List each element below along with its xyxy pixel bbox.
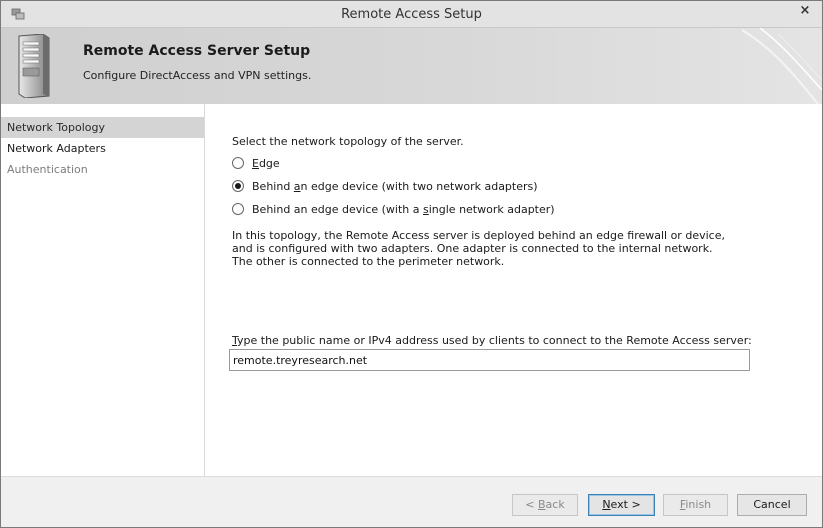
radio-behind-edge-single-adapter[interactable]	[232, 203, 244, 215]
option-label: Edge	[252, 156, 280, 170]
nav-item-network-adapters[interactable]: Network Adapters	[1, 138, 204, 159]
public-name-input[interactable]	[229, 349, 750, 371]
radio-edge[interactable]	[232, 157, 244, 169]
next-button[interactable]: Next >	[588, 494, 655, 516]
banner-decoration	[741, 28, 822, 104]
window-title: Remote Access Setup	[341, 7, 482, 22]
wizard-subtitle: Configure DirectAccess and VPN settings.	[83, 69, 312, 82]
option-behind-edge-single-adapter[interactable]: Behind an edge device (with a single net…	[232, 201, 555, 217]
nav-item-label: Authentication	[7, 163, 88, 176]
nav-item-label: Network Adapters	[7, 142, 106, 155]
topology-page: Select the network topology of the serve…	[229, 104, 812, 476]
close-button[interactable]: ×	[788, 1, 822, 21]
option-label: Behind an edge device (with two network …	[252, 179, 538, 193]
public-name-label: Type the public name or IPv4 address use…	[232, 334, 752, 347]
topology-prompt: Select the network topology of the serve…	[232, 135, 464, 148]
wizard-header: Remote Access Server Setup Configure Dir…	[1, 28, 822, 104]
wizard-footer: < Back Next > Finish Cancel	[1, 476, 822, 527]
option-behind-edge-two-adapters[interactable]: Behind an edge device (with two network …	[232, 178, 538, 194]
remote-access-setup-window: Remote Access Setup × Remote Access Serv…	[0, 0, 823, 528]
option-edge[interactable]: Edge	[232, 155, 280, 171]
wizard-body: Network Topology Network Adapters Authen…	[1, 104, 822, 476]
nav-item-network-topology[interactable]: Network Topology	[1, 117, 204, 138]
server-icon	[18, 34, 50, 98]
back-button[interactable]: < Back	[512, 494, 578, 516]
topology-description: In this topology, the Remote Access serv…	[232, 229, 725, 268]
wizard-step-nav: Network Topology Network Adapters Authen…	[1, 104, 205, 476]
option-label: Behind an edge device (with a single net…	[252, 202, 555, 216]
title-bar[interactable]: Remote Access Setup ×	[1, 1, 822, 28]
nav-item-label: Network Topology	[7, 121, 105, 134]
nav-item-authentication[interactable]: Authentication	[1, 159, 204, 180]
radio-behind-edge-two-adapters[interactable]	[232, 180, 244, 192]
cancel-button[interactable]: Cancel	[737, 494, 807, 516]
finish-button[interactable]: Finish	[663, 494, 728, 516]
wizard-title: Remote Access Server Setup	[83, 43, 311, 59]
